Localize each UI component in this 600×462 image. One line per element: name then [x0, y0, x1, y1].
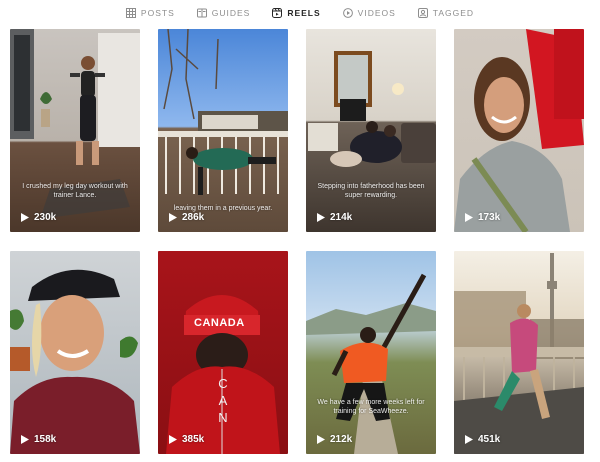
reel-thumbnail: [306, 273, 436, 454]
view-count-value: 286k: [182, 212, 205, 223]
tab-reels-label: REELS: [287, 8, 321, 18]
reel-thumbnail: [454, 29, 584, 232]
view-count-value: 451k: [478, 434, 501, 445]
tab-tagged[interactable]: TAGGED: [417, 8, 475, 18]
tab-videos[interactable]: VIDEOS: [342, 8, 396, 18]
reel-caption: I crushed my leg day workout with traine…: [22, 183, 128, 199]
tab-tagged-label: TAGGED: [432, 8, 475, 18]
reel-thumbnail: [158, 29, 288, 195]
play-icon: [169, 213, 177, 222]
reel-tile[interactable]: leaving them in a previous year. 286k: [158, 29, 288, 232]
reel-tile[interactable]: We have a few more weeks left for traini…: [306, 251, 436, 454]
view-count-value: 385k: [182, 434, 205, 445]
reels-grid: I crushed my leg day workout with traine…: [10, 29, 584, 454]
reels-icon: [272, 8, 283, 18]
tab-videos-label: VIDEOS: [357, 8, 396, 18]
view-count: 385k: [169, 434, 204, 445]
play-icon: [317, 435, 325, 444]
tab-reels[interactable]: REELS: [272, 8, 320, 18]
view-count-value: 214k: [330, 212, 353, 223]
tab-guides-label: GUIDES: [211, 8, 251, 18]
reel-tile[interactable]: Stepping into fatherhood has been super …: [306, 29, 436, 232]
tag-person-icon: [417, 8, 428, 18]
reel-tile[interactable]: 451k: [454, 251, 584, 454]
view-count-value: 173k: [478, 212, 501, 223]
reel-tile[interactable]: 158k: [10, 251, 140, 454]
video-play-icon: [342, 8, 353, 18]
view-count-value: 212k: [330, 434, 353, 445]
view-count: 451k: [465, 434, 500, 445]
canada-hat-text: CANADA: [194, 317, 245, 329]
tab-posts[interactable]: POSTS: [125, 8, 175, 18]
reel-thumbnail: [10, 29, 140, 219]
view-count-value: 230k: [34, 212, 57, 223]
reel-caption: Stepping into fatherhood has been super …: [317, 183, 425, 199]
grid-icon: [125, 8, 136, 18]
reel-tile[interactable]: I crushed my leg day workout with traine…: [10, 29, 140, 232]
play-icon: [317, 213, 325, 222]
profile-tabs: POSTS GUIDES REELS VIDEOS TAGGED: [0, 0, 600, 26]
play-icon: [21, 435, 29, 444]
reel-tile[interactable]: 173k: [454, 29, 584, 232]
canada-jacket-text: CAN: [218, 376, 228, 425]
view-count: 173k: [465, 212, 500, 223]
reel-thumbnail: [10, 269, 140, 454]
view-count: 230k: [21, 212, 56, 223]
play-icon: [465, 435, 473, 444]
play-icon: [465, 213, 473, 222]
play-icon: [169, 435, 177, 444]
play-icon: [21, 213, 29, 222]
view-count-value: 158k: [34, 434, 57, 445]
view-count: 214k: [317, 212, 352, 223]
reel-caption: We have a few more weeks left for traini…: [317, 399, 425, 415]
view-count: 158k: [21, 434, 56, 445]
reel-thumbnail: [454, 253, 584, 454]
reel-tile[interactable]: CANADA CAN 385k: [158, 251, 288, 454]
tab-posts-label: POSTS: [140, 8, 175, 18]
reel-thumbnail: [308, 51, 436, 167]
view-count: 286k: [169, 212, 204, 223]
tab-guides[interactable]: GUIDES: [196, 8, 251, 18]
view-count: 212k: [317, 434, 352, 445]
guide-icon: [196, 8, 207, 18]
